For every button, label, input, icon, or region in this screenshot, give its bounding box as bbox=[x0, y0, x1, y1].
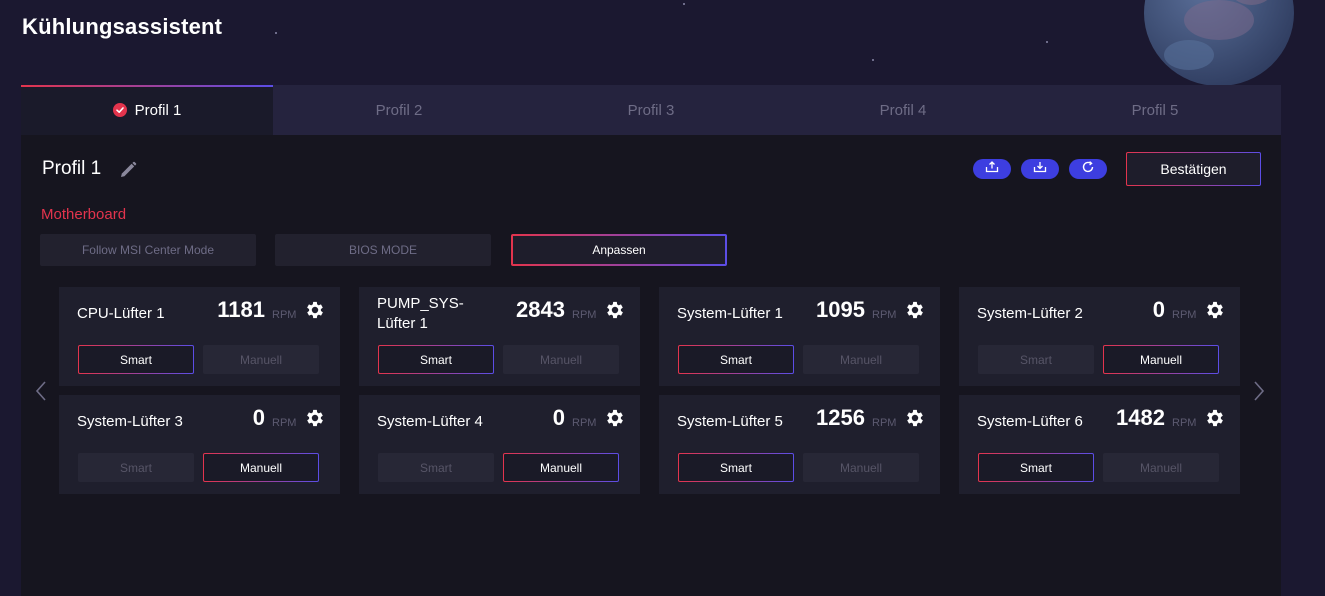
fan-rpm: 1095 bbox=[816, 297, 865, 322]
smart-button[interactable]: Smart bbox=[978, 453, 1094, 482]
manual-button[interactable]: Manuell bbox=[503, 453, 619, 482]
smart-button[interactable]: Smart bbox=[678, 345, 794, 374]
fan-card: System-Lüfter 5 1256 RPM Smart Manuell bbox=[659, 395, 940, 494]
tab-profil-3[interactable]: Profil 3 bbox=[525, 85, 777, 135]
smart-button[interactable]: Smart bbox=[78, 453, 194, 482]
fan-name: System-Lüfter 3 bbox=[77, 413, 183, 430]
check-icon bbox=[112, 103, 127, 117]
profile-tabs: Profil 1 Profil 2 Profil 3 Profil 4 Prof… bbox=[21, 85, 1281, 135]
refresh-icon bbox=[1081, 160, 1095, 179]
star bbox=[872, 59, 874, 61]
tab-label: Profil 3 bbox=[627, 101, 675, 119]
tab-profil-4[interactable]: Profil 4 bbox=[777, 85, 1029, 135]
fan-card: System-Lüfter 6 1482 RPM Smart Manuell bbox=[959, 395, 1240, 494]
fan-rpm: 0 bbox=[552, 405, 565, 430]
import-button[interactable] bbox=[1021, 159, 1059, 179]
fan-card: System-Lüfter 1 1095 RPM Smart Manuell bbox=[659, 287, 940, 386]
tab-profil-5[interactable]: Profil 5 bbox=[1029, 85, 1281, 135]
fan-rpm: 0 bbox=[252, 405, 265, 430]
chevron-right-icon[interactable] bbox=[1252, 380, 1266, 402]
fan-card: PUMP_SYS-Lüfter 1 2843 RPM Smart Manuell bbox=[359, 287, 640, 386]
chevron-left-icon[interactable] bbox=[34, 380, 48, 402]
fan-rpm: 1256 bbox=[816, 405, 865, 430]
gear-icon[interactable] bbox=[1204, 407, 1226, 429]
manual-button[interactable]: Manuell bbox=[803, 345, 919, 374]
manual-button[interactable]: Manuell bbox=[1103, 345, 1219, 374]
gear-icon[interactable] bbox=[1204, 299, 1226, 321]
section-title-motherboard: Motherboard bbox=[41, 206, 127, 223]
pencil-icon[interactable] bbox=[117, 159, 139, 181]
fan-card: System-Lüfter 3 0 RPM Smart Manuell bbox=[59, 395, 340, 494]
rpm-unit: RPM bbox=[872, 309, 897, 321]
fan-name: System-Lüfter 5 bbox=[677, 413, 783, 430]
rpm-unit: RPM bbox=[872, 417, 897, 429]
confirm-button[interactable]: Bestätigen bbox=[1126, 152, 1261, 186]
fan-rpm: 0 bbox=[1152, 297, 1165, 322]
manual-button[interactable]: Manuell bbox=[503, 345, 619, 374]
mode-follow-msi-center[interactable]: Follow MSI Center Mode bbox=[40, 234, 256, 266]
upload-icon bbox=[985, 160, 999, 178]
smart-button[interactable]: Smart bbox=[678, 453, 794, 482]
fan-card: System-Lüfter 4 0 RPM Smart Manuell bbox=[359, 395, 640, 494]
smart-button[interactable]: Smart bbox=[978, 345, 1094, 374]
fan-name: CPU-Lüfter 1 bbox=[77, 305, 165, 322]
smart-button[interactable]: Smart bbox=[378, 345, 494, 374]
planet-decoration bbox=[1144, 0, 1294, 86]
manual-button[interactable]: Manuell bbox=[803, 453, 919, 482]
export-button[interactable] bbox=[973, 159, 1011, 179]
fan-card: CPU-Lüfter 1 1181 RPM Smart Manuell bbox=[59, 287, 340, 386]
fan-card: System-Lüfter 2 0 RPM Smart Manuell bbox=[959, 287, 1240, 386]
gear-icon[interactable] bbox=[304, 299, 326, 321]
download-icon bbox=[1033, 160, 1047, 178]
gear-icon[interactable] bbox=[604, 299, 626, 321]
manual-button[interactable]: Manuell bbox=[203, 453, 319, 482]
tab-profil-2[interactable]: Profil 2 bbox=[273, 85, 525, 135]
profile-name: Profil 1 bbox=[42, 158, 102, 179]
fan-rpm: 1181 bbox=[217, 297, 265, 322]
fan-name: System-Lüfter 2 bbox=[977, 305, 1083, 322]
star bbox=[683, 3, 685, 5]
rpm-unit: RPM bbox=[272, 417, 297, 429]
reset-button[interactable] bbox=[1069, 159, 1107, 179]
rpm-unit: RPM bbox=[1172, 417, 1197, 429]
tab-label: Profil 2 bbox=[375, 101, 423, 119]
tab-label: Profil 1 bbox=[134, 101, 182, 119]
fan-name: PUMP_SYS-Lüfter 1 bbox=[377, 295, 464, 332]
tab-label: Profil 4 bbox=[879, 101, 927, 119]
manual-button[interactable]: Manuell bbox=[203, 345, 319, 374]
gear-icon[interactable] bbox=[904, 407, 926, 429]
tab-profil-1[interactable]: Profil 1 bbox=[21, 85, 273, 135]
rpm-unit: RPM bbox=[272, 309, 297, 321]
rpm-unit: RPM bbox=[1172, 309, 1197, 321]
star bbox=[275, 32, 277, 34]
mode-anpassen[interactable]: Anpassen bbox=[511, 234, 727, 266]
app-title: Kühlungsassistent bbox=[22, 14, 223, 39]
fan-rpm: 1482 bbox=[1116, 405, 1165, 430]
gear-icon[interactable] bbox=[304, 407, 326, 429]
manual-button[interactable]: Manuell bbox=[1103, 453, 1219, 482]
smart-button[interactable]: Smart bbox=[378, 453, 494, 482]
star bbox=[1046, 41, 1048, 43]
fan-rpm: 2843 bbox=[516, 297, 565, 322]
fan-name: System-Lüfter 4 bbox=[377, 413, 483, 430]
profile-panel: Profil 1 Bestätigen Motherboard Follow M… bbox=[21, 135, 1281, 596]
rpm-unit: RPM bbox=[572, 417, 597, 429]
gear-icon[interactable] bbox=[604, 407, 626, 429]
smart-button[interactable]: Smart bbox=[78, 345, 194, 374]
tab-label: Profil 5 bbox=[1131, 101, 1179, 119]
gear-icon[interactable] bbox=[904, 299, 926, 321]
rpm-unit: RPM bbox=[572, 309, 597, 321]
mode-bios[interactable]: BIOS MODE bbox=[275, 234, 491, 266]
fan-name: System-Lüfter 1 bbox=[677, 305, 783, 322]
fan-name: System-Lüfter 6 bbox=[977, 413, 1083, 430]
